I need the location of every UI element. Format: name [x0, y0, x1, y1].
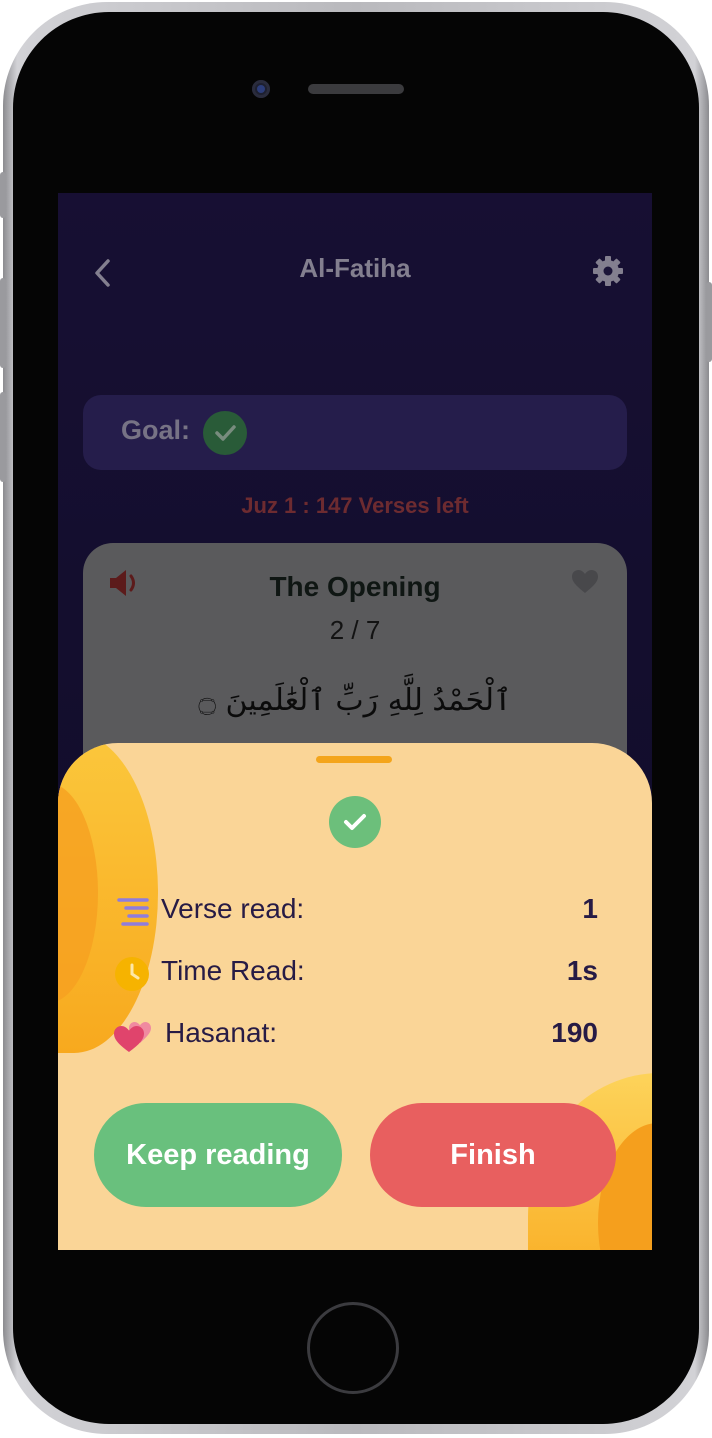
stat-value: 190 — [551, 1017, 598, 1048]
reading-summary-sheet: Verse read: 1 Time Read: 1s Hasanat: 190 — [58, 743, 652, 1250]
stat-row-hasanat: Hasanat: 190 — [113, 1013, 598, 1057]
stat-label: Time Read: — [161, 955, 305, 986]
stat-row-time: Time Read: 1s — [113, 951, 598, 995]
stat-row-verses: Verse read: 1 — [113, 889, 598, 933]
hearts-icon — [111, 1013, 155, 1055]
keep-reading-button[interactable]: Keep reading — [94, 1103, 342, 1207]
volume-up-button — [0, 278, 6, 368]
clock-icon — [113, 955, 151, 993]
home-button[interactable] — [307, 1302, 399, 1394]
sheet-drag-handle[interactable] — [316, 756, 392, 763]
stat-value: 1s — [566, 955, 598, 986]
app-screen: Al-Fatiha Goal: Juz 1 : 147 Verses left — [58, 193, 652, 1250]
list-lines-icon — [113, 893, 151, 931]
stat-label: Verse read: — [161, 893, 305, 924]
power-button — [706, 282, 712, 362]
mute-switch — [0, 172, 6, 218]
check-circle-icon — [329, 796, 381, 848]
volume-down-button — [0, 392, 6, 482]
front-camera — [252, 80, 270, 98]
finish-button[interactable]: Finish — [370, 1103, 616, 1207]
earpiece-speaker — [308, 84, 404, 94]
stat-value: 1 — [582, 893, 598, 924]
stat-label: Hasanat: — [165, 1017, 278, 1048]
